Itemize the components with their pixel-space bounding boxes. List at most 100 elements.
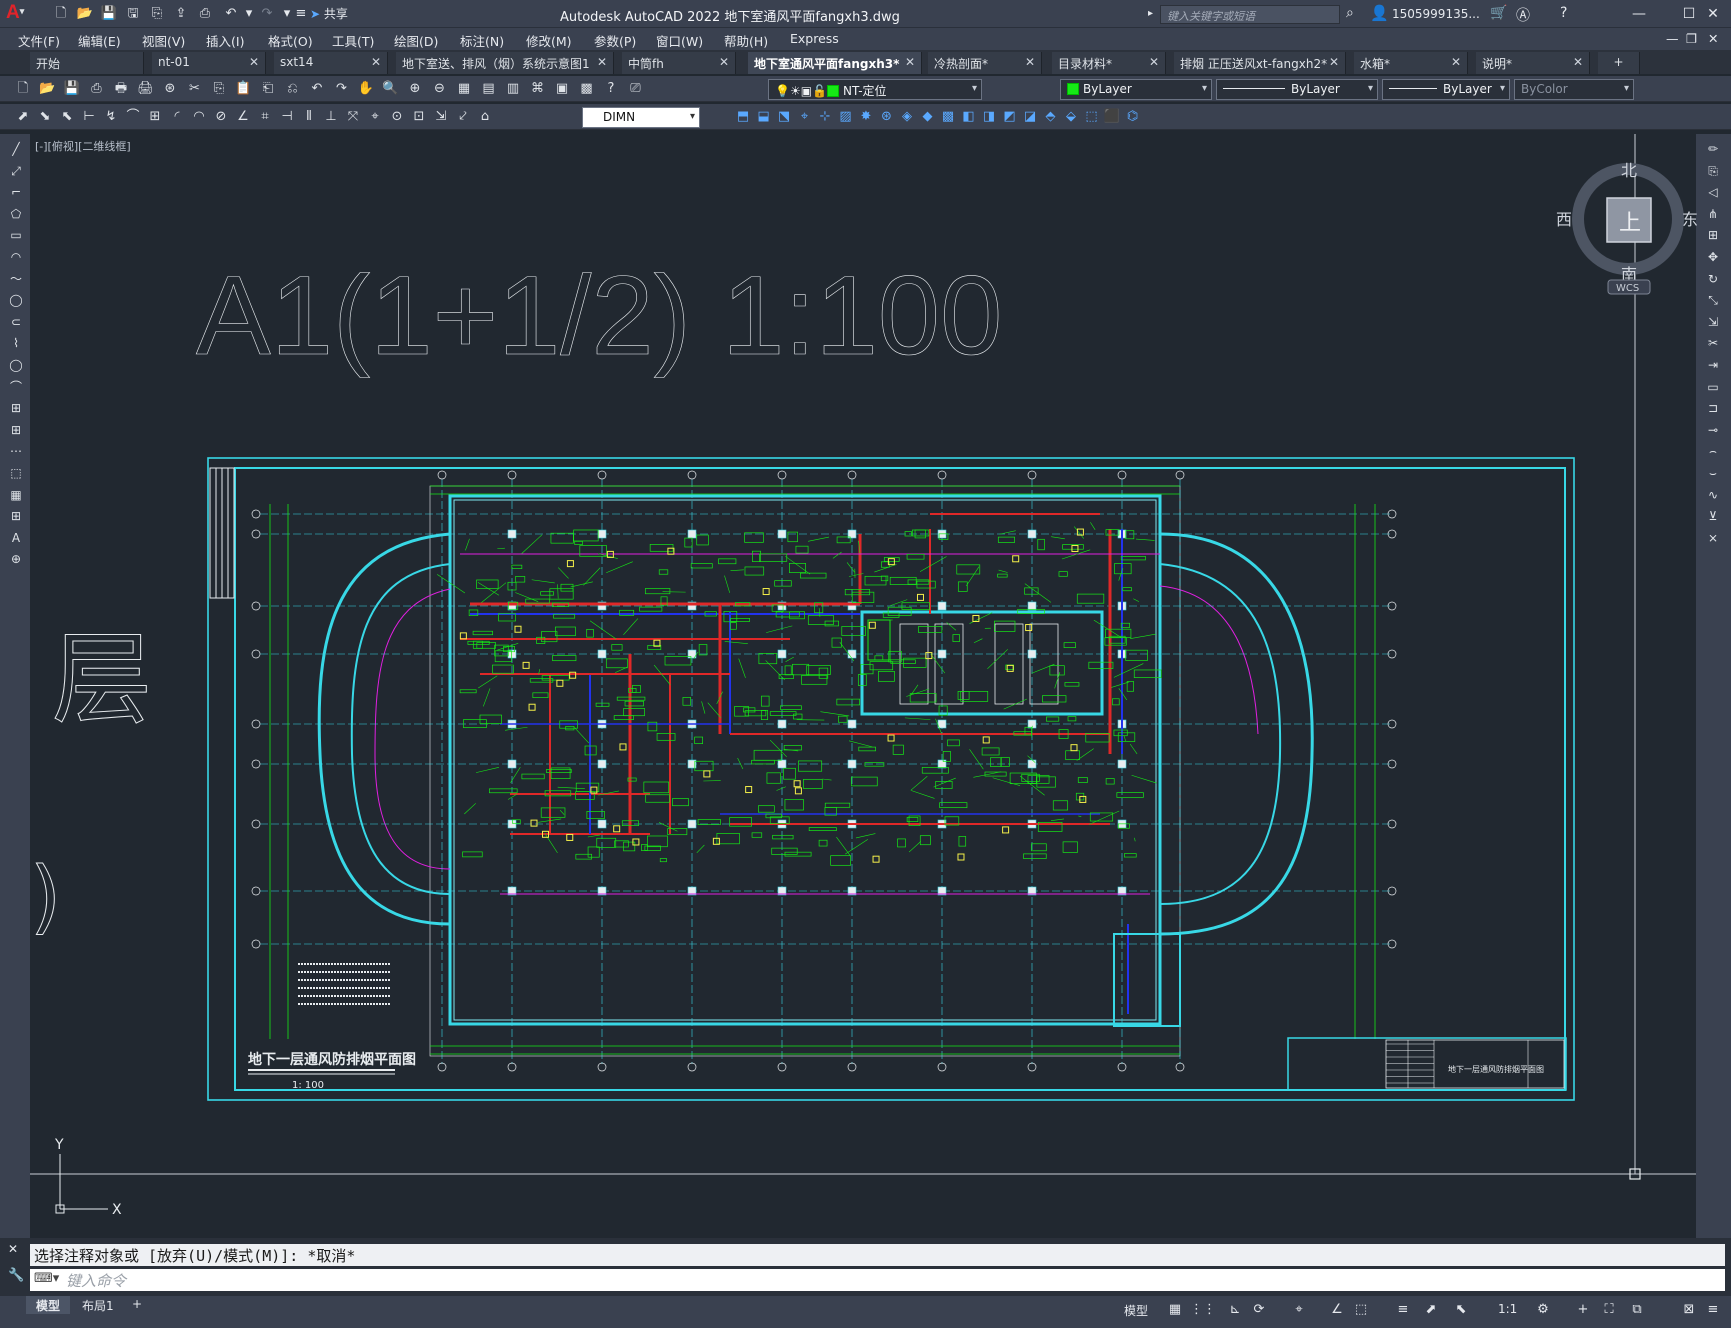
quick-dim-icon[interactable]: ⌗ <box>256 108 274 126</box>
open-icon[interactable]: 📂 <box>76 5 94 23</box>
undo-icon[interactable]: ↶ <box>222 5 240 23</box>
tool-c-icon[interactable]: ◩ <box>1001 108 1019 126</box>
block-c-icon[interactable]: ⬔ <box>775 108 793 126</box>
redo-icon[interactable]: ↷ <box>258 5 276 23</box>
close-cmdline-icon[interactable]: ✕ <box>8 1242 18 1256</box>
plot-icon[interactable]: ⎙ <box>196 5 214 23</box>
cut-icon[interactable]: ✂ <box>186 80 204 98</box>
menu-insert[interactable]: 插入(I) <box>206 31 244 50</box>
mtext-icon[interactable]: ⌖ <box>796 108 814 126</box>
zoom-window-icon[interactable]: ⊕ <box>406 80 424 98</box>
attribute-icon[interactable]: ⊹ <box>816 108 834 126</box>
tab-active-drawing[interactable]: 地下室通风平面fangxh3* ✕ <box>748 52 922 74</box>
polygon-icon[interactable]: ⬠ <box>7 205 25 223</box>
tab-ventilation-diagram[interactable]: 地下室送、排风（烟）系统示意图1 ✕ <box>396 52 614 74</box>
tab-core-fh[interactable]: 中筒fh ✕ <box>622 52 736 74</box>
menu-draw[interactable]: 绘图(D) <box>394 31 438 50</box>
radius-dim-icon[interactable]: ◜ <box>168 108 186 126</box>
array-icon[interactable]: ⊞ <box>1704 226 1722 244</box>
grid-icon[interactable]: ▦ <box>1166 1300 1184 1320</box>
layer-properties-icon[interactable]: ⎚ <box>627 80 645 98</box>
lineweight-combo[interactable]: ByLayer ▾ <box>1382 79 1510 100</box>
paste-icon[interactable]: 📋 <box>235 80 253 98</box>
revision-cloud-icon[interactable]: ⊂ <box>7 313 25 331</box>
new-tab-button[interactable]: + <box>1598 52 1640 74</box>
tab-section[interactable]: 冷热剖面* ✕ <box>928 52 1042 74</box>
explode-icon[interactable]: ⊻ <box>1704 507 1722 525</box>
viewcube[interactable]: 上 北 南 东 西 WCS <box>1550 154 1700 304</box>
xref-icon[interactable]: ✸ <box>857 108 875 126</box>
arc-length-icon[interactable]: ⌒ <box>124 108 142 126</box>
tool-h-icon[interactable]: ⬛ <box>1103 108 1121 126</box>
close-button[interactable]: ✕ <box>1700 3 1726 25</box>
snap-icon[interactable]: ⋮⋮ <box>1190 1300 1216 1320</box>
tab-sxt14[interactable]: sxt14 ✕ <box>274 52 388 74</box>
add-selected-icon[interactable]: ⊕ <box>7 550 25 568</box>
tab-nt-01[interactable]: nt-01 ✕ <box>152 52 266 74</box>
design-center-icon[interactable]: ▤ <box>480 80 498 98</box>
search-icon[interactable]: ⌕ <box>1346 5 1354 21</box>
close-icon[interactable]: ✕ <box>1573 55 1583 69</box>
ortho-icon[interactable]: ⊾ <box>1226 1300 1244 1320</box>
baseline-dim-icon[interactable]: ⊣ <box>278 108 296 126</box>
open-icon[interactable]: 📂 <box>39 80 57 98</box>
ellipse-arc-icon[interactable]: ⌒ <box>7 378 25 396</box>
join-icon[interactable]: ⊸ <box>1704 421 1722 439</box>
break-icon[interactable]: ⊐ <box>1704 399 1722 417</box>
menu-format[interactable]: 格式(O) <box>268 31 313 50</box>
wblock-icon[interactable]: ▨ <box>837 108 855 126</box>
hatch-icon[interactable]: ⬚ <box>7 464 25 482</box>
spline-cv-icon[interactable]: ⌇ <box>7 334 25 352</box>
jogged-dim-icon[interactable]: ◠ <box>190 108 208 126</box>
spline-icon[interactable]: 〜 <box>7 270 25 288</box>
menu-parametric[interactable]: 参数(P) <box>594 31 636 50</box>
lineweight-icon[interactable]: ≡ <box>1394 1300 1412 1320</box>
linetype-combo[interactable]: ByLayer ▾ <box>1216 79 1378 100</box>
chamfer-icon[interactable]: ⌢ <box>1704 442 1722 460</box>
tab-model[interactable]: 模型 <box>26 1296 71 1314</box>
menu-dimension[interactable]: 标注(N) <box>460 31 504 50</box>
customize-icon[interactable]: ≡ <box>1704 1300 1722 1320</box>
block-a-icon[interactable]: ⬒ <box>734 108 752 126</box>
close-icon[interactable]: ✕ <box>719 55 729 69</box>
menu-tools[interactable]: 工具(T) <box>332 31 374 50</box>
annotation-visibility-icon[interactable]: ⬈ <box>1422 1300 1440 1320</box>
insert-block-icon[interactable]: ⊞ <box>7 399 25 417</box>
fillet-icon[interactable]: ⌣ <box>1704 464 1722 482</box>
zoom-previous-icon[interactable]: ⊖ <box>431 80 449 98</box>
settings-icon[interactable]: ⚙ <box>1534 1300 1552 1320</box>
model-space-button[interactable]: 模型 <box>1124 1302 1148 1319</box>
express-icon[interactable]: ▩ <box>939 108 957 126</box>
isolate-icon[interactable]: ⛶ <box>1600 1300 1618 1320</box>
scale-icon[interactable]: ⤡ <box>1704 291 1722 309</box>
offset-icon[interactable]: ⋔ <box>1704 205 1722 223</box>
auto-scale-icon[interactable]: ⬉ <box>1452 1300 1470 1320</box>
help-icon[interactable]: ? <box>1560 5 1567 21</box>
tool-i-icon[interactable]: ⌬ <box>1124 108 1142 126</box>
tab-smoke-exhaust[interactable]: 排烟 正压送风xt-fangxh2* ✕ <box>1174 52 1346 74</box>
save-web-icon[interactable]: ⇪ <box>172 5 190 23</box>
wrench-icon[interactable]: 🔧 <box>8 1268 24 1283</box>
gradient-icon[interactable]: ▦ <box>7 486 25 504</box>
search-input[interactable]: 键入关键字或短语 <box>1160 5 1340 24</box>
linear-dim-icon[interactable]: ⊢ <box>80 108 98 126</box>
stretch-icon[interactable]: ⇲ <box>1704 313 1722 331</box>
undo-icon[interactable]: ↶ <box>308 80 326 98</box>
tool-f-icon[interactable]: ⬙ <box>1062 108 1080 126</box>
user-icon[interactable]: 👤 <box>1370 4 1389 22</box>
construction-line-icon[interactable]: ⤢ <box>7 162 25 180</box>
command-prompt-icon[interactable]: ⌨▾ <box>34 1271 59 1286</box>
close-icon[interactable]: ✕ <box>1329 55 1339 69</box>
undo-dropdown-icon[interactable]: ▾ <box>240 5 258 23</box>
line-icon[interactable]: ╱ <box>7 140 25 158</box>
tab-layout1[interactable]: 布局1 <box>72 1296 124 1314</box>
tool-e-icon[interactable]: ⬘ <box>1042 108 1060 126</box>
arc-icon[interactable]: ◠ <box>7 248 25 266</box>
tool-d-icon[interactable]: ◪ <box>1021 108 1039 126</box>
dim-space-icon[interactable]: ⊥ <box>322 108 340 126</box>
close-icon[interactable]: ✕ <box>905 55 915 69</box>
drawing-canvas[interactable]: [-][俯视][二维线框] A1(1+1/2) 1:100 层 ) 地下一层通风… <box>30 134 1698 1238</box>
markup-icon[interactable]: ▣ <box>553 80 571 98</box>
quickcalc-icon[interactable]: ▩ <box>578 80 596 98</box>
pan-icon[interactable]: ✋ <box>357 80 375 98</box>
